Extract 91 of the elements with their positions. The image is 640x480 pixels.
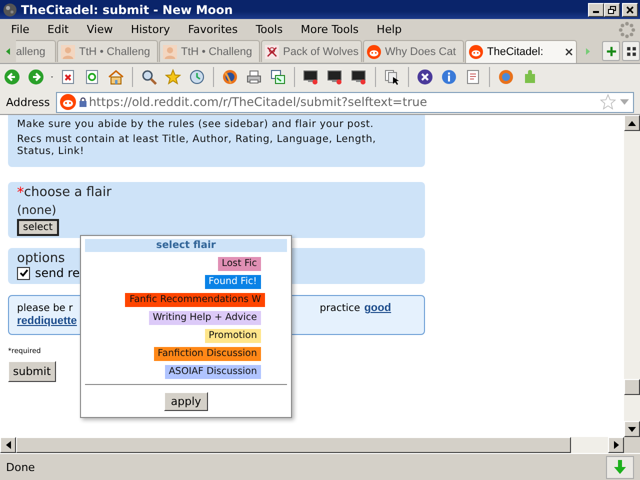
tab[interactable]: alleng: [16, 40, 56, 62]
back-icon[interactable]: [4, 69, 20, 85]
grid-icon: [626, 46, 636, 56]
scroll-left-icon[interactable]: [6, 441, 10, 449]
search-icon[interactable]: [141, 69, 157, 85]
check-icon: [18, 268, 28, 278]
menu-item[interactable]: History: [126, 23, 175, 36]
tab[interactable]: TtH • Challeng: [159, 40, 260, 62]
reddit-icon: [469, 45, 483, 59]
section-title: choose a flair: [24, 185, 112, 200]
menu-item[interactable]: More Tools: [296, 23, 364, 36]
avatar-icon: [61, 44, 75, 58]
home-icon[interactable]: [108, 69, 124, 85]
link[interactable]: good: [364, 302, 392, 315]
scroll-right-icon[interactable]: [614, 441, 618, 449]
menu-item[interactable]: View: [82, 23, 118, 36]
rule-text: Recs must contain at least Title, Author, Rating, Language, Length, Status, Link!: [17, 134, 378, 158]
wolf-icon: [265, 44, 279, 58]
close-icon[interactable]: [565, 48, 573, 56]
menu-item[interactable]: Tools: [250, 23, 288, 36]
checkbox-label: send re: [35, 266, 80, 280]
cursor-icon[interactable]: [384, 69, 400, 85]
minimize-icon: [593, 11, 599, 13]
flair-tag[interactable]: Fanfiction Discussion: [154, 347, 261, 361]
tab[interactable]: Why Does Cat: [363, 40, 464, 62]
menu-item[interactable]: Edit: [42, 23, 74, 36]
down-arrow-icon: [614, 460, 626, 474]
avatar-icon: [163, 44, 177, 58]
vertical-scrollbar[interactable]: [624, 115, 640, 437]
address-field[interactable]: https://old.reddit.com/r/TheCitadel/submit?selftext=true: [56, 92, 634, 112]
menu-item[interactable]: File: [6, 23, 34, 36]
reddit-icon: [60, 94, 76, 110]
forward-icon[interactable]: [28, 69, 44, 85]
reddit-icon: [367, 44, 381, 58]
tab[interactable]: TtH • Challeng: [57, 40, 158, 62]
flair-tag[interactable]: Lost Fic: [218, 257, 261, 271]
status-text: Done: [6, 460, 36, 474]
star-icon[interactable]: [165, 69, 181, 85]
apply-button[interactable]: apply: [164, 392, 208, 411]
popup-title: select flair: [85, 239, 287, 252]
scroll-down-icon[interactable]: [628, 426, 636, 432]
link[interactable]: reddiquette: [17, 315, 77, 328]
scroll-thumb[interactable]: [624, 379, 640, 395]
document-icon[interactable]: [465, 69, 481, 85]
window-icon[interactable]: [270, 69, 286, 85]
notice-text: please be r: [17, 302, 73, 315]
scrollbar-corner: [624, 437, 640, 453]
history-icon[interactable]: [189, 69, 205, 85]
monitor-icon[interactable]: [327, 69, 343, 85]
address-label: Address: [6, 96, 50, 108]
minimize-button[interactable]: [588, 2, 604, 16]
throbber-icon: [618, 20, 636, 38]
flair-tag[interactable]: Fanfic Recommendations W: [125, 293, 265, 307]
reload-icon[interactable]: [84, 69, 100, 85]
url-text: https://old.reddit.com/r/TheCitadel/submit?selftext=true: [88, 95, 428, 109]
new-tab-button[interactable]: [602, 41, 620, 61]
info-icon[interactable]: [441, 69, 457, 85]
close-button[interactable]: [622, 2, 638, 16]
monitor-icon[interactable]: [303, 69, 319, 85]
tab[interactable]: TheCitadel:: [465, 40, 577, 63]
close-circle-icon[interactable]: [417, 69, 433, 85]
flair-tag[interactable]: ASOIAF Discussion: [164, 365, 261, 379]
monitor-icon[interactable]: [351, 69, 367, 85]
window-title: TheCitadel: submit - New Moon: [21, 2, 234, 16]
flair-tag[interactable]: Found Fic!: [204, 275, 261, 289]
rule-text: Make sure you abide by the rules (see sidebar) and flair your post.: [17, 119, 375, 131]
select-button[interactable]: select: [17, 219, 59, 236]
restore-icon: [608, 6, 616, 14]
section-title: options: [17, 251, 65, 266]
stop-icon[interactable]: [60, 69, 76, 85]
tab[interactable]: Pack of Wolves: [261, 40, 362, 62]
globe-icon[interactable]: [222, 69, 238, 85]
printer-icon[interactable]: [246, 69, 262, 85]
globe-icon[interactable]: [498, 69, 514, 85]
star-icon[interactable]: [600, 94, 616, 110]
flair-tag[interactable]: Writing Help + Advice: [148, 311, 261, 325]
notice-text: practice: [320, 302, 360, 315]
tab-list-button[interactable]: [622, 41, 640, 61]
lock-icon: [78, 97, 87, 107]
restore-button[interactable]: [604, 2, 620, 16]
moon-icon: [3, 2, 17, 16]
submit-button[interactable]: submit: [8, 361, 56, 382]
plus-icon: [606, 46, 616, 56]
menu-item[interactable]: Favorites: [182, 23, 243, 36]
menu-item[interactable]: Help: [372, 23, 407, 36]
close-icon: [626, 6, 634, 14]
checkbox[interactable]: [17, 266, 30, 280]
scroll-up-icon[interactable]: [628, 120, 636, 126]
flair-value: (none): [17, 203, 56, 217]
required-mark: *: [17, 185, 24, 201]
flair-tag[interactable]: Promotion: [204, 329, 261, 343]
